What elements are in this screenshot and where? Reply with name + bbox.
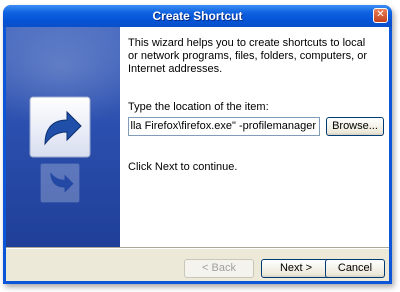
wizard-intro-text: This wizard helps you to create shortcut…: [128, 37, 368, 75]
close-icon: ✕: [376, 9, 385, 20]
back-button[interactable]: < Back: [184, 259, 254, 278]
cancel-button[interactable]: Cancel: [325, 259, 385, 278]
location-input[interactable]: lla Firefox\firefox.exe" -profilemanager: [128, 117, 320, 136]
shortcut-reflection-icon: [40, 163, 80, 203]
close-button[interactable]: ✕: [373, 8, 388, 23]
wizard-content: This wizard helps you to create shortcut…: [6, 27, 389, 247]
wizard-side-panel: [6, 27, 120, 247]
create-shortcut-window: Create Shortcut ✕ This wizard helps you …: [3, 5, 392, 284]
next-button[interactable]: Next >: [261, 259, 331, 278]
title-bar[interactable]: Create Shortcut ✕: [3, 5, 392, 27]
location-label: Type the location of the item:: [128, 101, 269, 113]
browse-button[interactable]: Browse...: [326, 117, 384, 136]
continue-hint: Click Next to continue.: [128, 161, 238, 173]
window-title: Create Shortcut: [152, 9, 243, 23]
dialog-client: This wizard helps you to create shortcut…: [6, 27, 389, 281]
button-separator: [6, 247, 389, 249]
location-input-value: lla Firefox\firefox.exe" -profilemanager: [130, 120, 316, 132]
shortcut-arrow-icon: [29, 96, 91, 158]
